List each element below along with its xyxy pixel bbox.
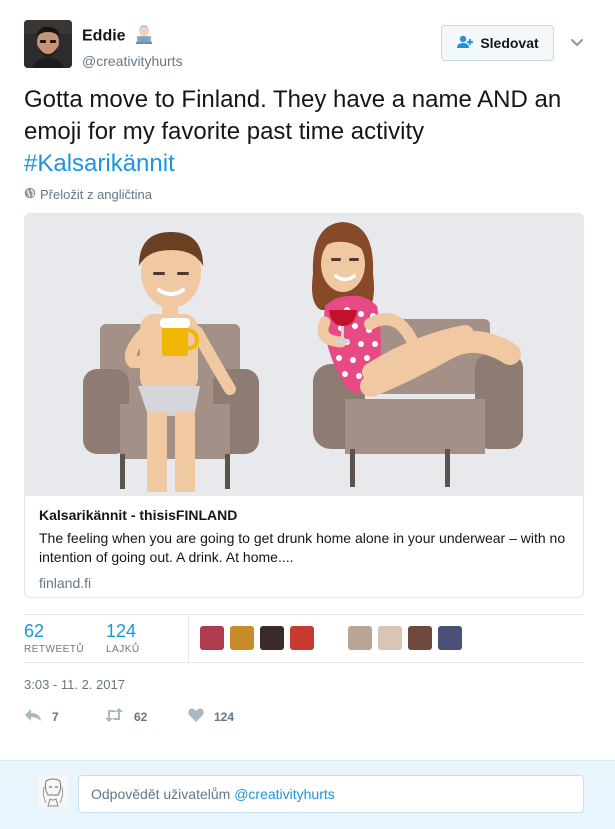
avatar[interactable] <box>24 20 72 68</box>
globe-icon <box>24 187 36 202</box>
reply-count: 7 <box>52 709 59 724</box>
liker-avatars <box>200 626 468 650</box>
reply-mention: @creativityhurts <box>234 786 335 802</box>
liker-avatar[interactable] <box>378 626 402 650</box>
liker-avatar[interactable] <box>438 626 462 650</box>
follow-button-label: Sledovat <box>480 35 539 51</box>
display-name[interactable]: Eddie <box>82 28 126 45</box>
chevron-down-icon[interactable] <box>569 34 585 50</box>
translate-label: Přeložit z angličtina <box>40 187 152 202</box>
heart-icon <box>188 708 204 725</box>
reply-icon <box>24 708 42 725</box>
translate-link[interactable]: Přeložit z angličtina <box>24 187 152 202</box>
liker-avatar[interactable] <box>260 626 284 650</box>
like-count: 124 <box>106 621 137 641</box>
tweet-text: Gotta move to Finland. They have a name … <box>24 84 584 180</box>
retweet-label: RETWEETŮ <box>24 644 85 655</box>
reply-avatar <box>38 775 68 807</box>
reply-placeholder: Odpovědět uživatelům <box>91 786 235 802</box>
liker-avatar[interactable] <box>348 626 372 650</box>
liker-avatar[interactable] <box>408 626 432 650</box>
man-technologist-emoji-icon <box>134 24 154 49</box>
hashtag-link[interactable]: #Kalsarikännit <box>24 150 175 177</box>
tweet-header: Eddie @creativityhurts Sledovat <box>24 20 591 70</box>
liker-avatar[interactable] <box>230 626 254 650</box>
retweet-count-action: 62 <box>134 709 148 724</box>
like-label: LAJKŮ <box>106 644 140 655</box>
card-description: The feeling when you are going to get dr… <box>39 530 566 565</box>
timestamp[interactable]: 3:03 - 11. 2. 2017 <box>24 677 125 692</box>
like-button[interactable]: 124 <box>188 708 234 725</box>
stats-divider <box>188 615 189 662</box>
retweet-icon <box>104 708 124 725</box>
liker-avatar[interactable] <box>290 626 314 650</box>
liker-avatar[interactable] <box>200 626 224 650</box>
card-title[interactable]: Kalsarikännit - thisisFINLAND <box>39 507 569 523</box>
reply-button[interactable]: 7 <box>24 708 59 725</box>
retweet-button[interactable]: 62 <box>104 708 147 725</box>
retweet-count: 62 <box>24 621 45 641</box>
reply-input[interactable]: Odpovědět uživatelům @creativityhurts <box>78 775 584 813</box>
tweet-stats: 62 RETWEETŮ 124 LAJKŮ <box>24 614 584 663</box>
tweet-body: Gotta move to Finland. They have a name … <box>24 86 562 145</box>
card-image[interactable] <box>25 214 583 496</box>
follow-button[interactable]: Sledovat <box>441 25 554 61</box>
add-user-icon <box>456 35 474 52</box>
author-name-block[interactable]: Eddie @creativityhurts <box>82 24 183 69</box>
like-stat[interactable]: 124 LAJKŮ <box>106 621 140 655</box>
retweet-stat[interactable]: 62 RETWEETŮ <box>24 621 84 655</box>
card-body[interactable]: Kalsarikännit - thisisFINLAND The feelin… <box>39 507 569 591</box>
reply-box: Odpovědět uživatelům @creativityhurts <box>0 760 615 829</box>
like-count-action: 124 <box>214 709 235 724</box>
handle[interactable]: @creativityhurts <box>82 53 183 69</box>
card-domain: finland.fi <box>39 575 92 591</box>
link-card[interactable]: Kalsarikännit - thisisFINLAND The feelin… <box>24 213 584 598</box>
